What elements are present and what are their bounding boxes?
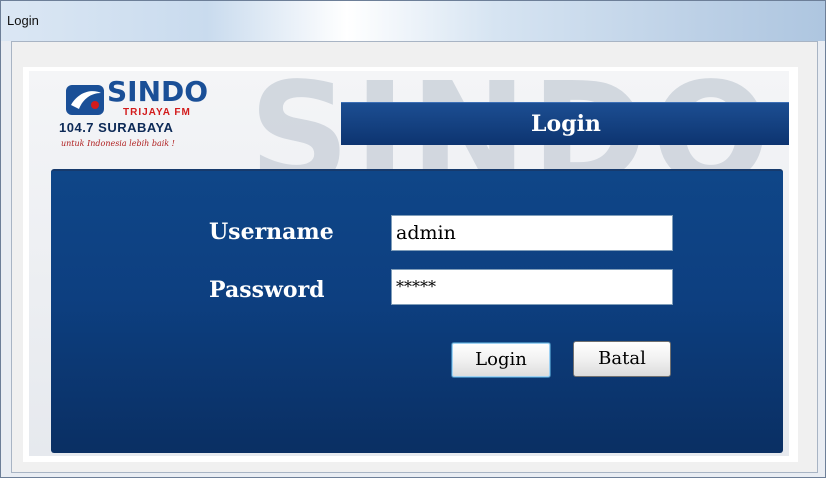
- password-field[interactable]: *****: [391, 269, 673, 305]
- logo-mark-icon: [66, 85, 104, 115]
- login-button[interactable]: Login: [451, 342, 551, 378]
- username-label: Username: [209, 219, 334, 245]
- header-title: Login: [531, 111, 601, 137]
- form-background: SINDO SINDO TRIJAYA FM 104.7 SURABAYA un…: [29, 71, 789, 456]
- form-frame: SINDO SINDO TRIJAYA FM 104.7 SURABAYA un…: [23, 67, 798, 462]
- window-title: Login: [7, 13, 39, 28]
- logo-frequency: 104.7 SURABAYA: [59, 120, 174, 135]
- logo-name: SINDO: [107, 75, 209, 108]
- cancel-button[interactable]: Batal: [573, 341, 671, 377]
- login-panel: Username admin Password ***** Login Bata…: [51, 169, 783, 453]
- title-bar[interactable]: Login: [1, 1, 825, 41]
- password-label: Password: [209, 277, 325, 303]
- login-window: Login SINDO SINDO TRIJAYA FM 104.7 SURAB…: [0, 0, 826, 478]
- logo-tagline: untuk Indonesia lebih baik !: [61, 139, 175, 148]
- station-logo: SINDO TRIJAYA FM 104.7 SURABAYA untuk In…: [59, 75, 209, 156]
- login-header: Login: [341, 102, 789, 145]
- logo-station: TRIJAYA FM: [123, 107, 191, 118]
- username-field[interactable]: admin: [391, 215, 673, 251]
